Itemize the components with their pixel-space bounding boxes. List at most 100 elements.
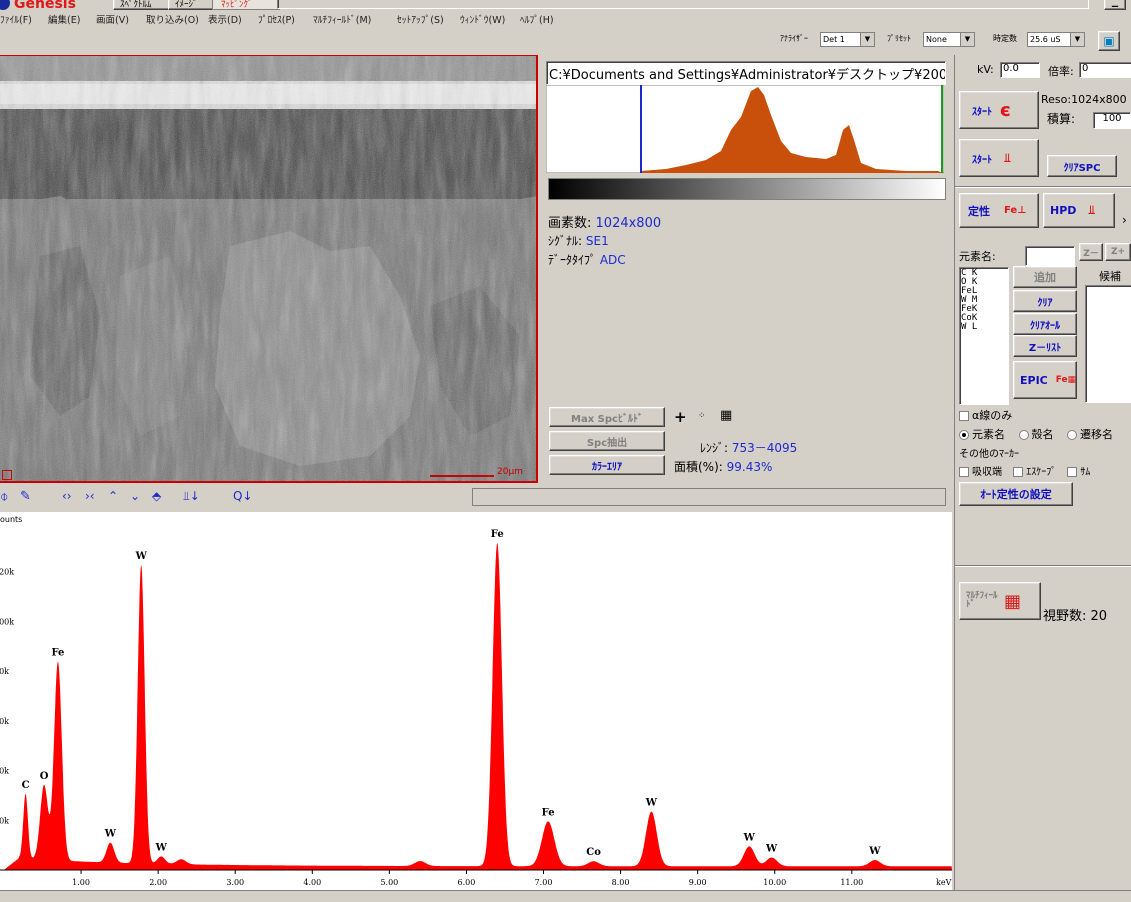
minimize-button[interactable]: ▁	[1104, 0, 1126, 10]
large-grid-icon[interactable]: ▦	[720, 408, 732, 423]
peak-label: W	[135, 551, 148, 562]
histogram-chart[interactable]	[546, 85, 944, 173]
clear-spc-button[interactable]: ｸﾘｱSPC	[1047, 155, 1117, 177]
small-dots-icon[interactable]: ⁘	[698, 411, 706, 421]
spectrum-series	[4, 543, 952, 870]
transition-radio[interactable]	[1067, 430, 1077, 440]
menu-display[interactable]: 表示(D)	[208, 12, 242, 26]
scale-up-icon[interactable]: ⌃	[108, 489, 118, 503]
epic-button[interactable]: EPIC Fe▦	[1013, 361, 1077, 399]
sem-image-graphic	[0, 56, 536, 481]
element-name-field[interactable]	[1025, 246, 1075, 266]
element-name-radio[interactable]	[959, 430, 969, 440]
menu-edit[interactable]: 編集(E)	[48, 12, 80, 26]
spectrum-chart-area[interactable]: 1.00 2.00 3.00 4.00 5.00 6.00 7.00 8.00 9.00 10.0…	[0, 512, 952, 890]
fields-row: 視野数: 20	[1043, 605, 1107, 624]
chevron-right-icon[interactable]: ›	[1122, 213, 1127, 227]
menu-process[interactable]: ﾌﾟﾛｾｽ(P)	[258, 12, 295, 26]
x-tick-label: 1.00	[72, 878, 90, 887]
add-button[interactable]: 追加	[1013, 266, 1077, 288]
qualitative-button[interactable]: 定性 Fe⊥	[959, 193, 1039, 228]
peak-label: W	[765, 844, 778, 855]
z-plus-button[interactable]: Z+	[1105, 243, 1131, 261]
quant-search-icon[interactable]: Q↓	[233, 489, 253, 503]
max-spc-build-button[interactable]: Max Spcﾋﾞﾙﾄﾞ	[549, 407, 665, 427]
absorb-edge-checkbox[interactable]	[959, 467, 969, 477]
shell-name-radio[interactable]	[1018, 430, 1029, 440]
preset-select[interactable]: None ▼	[923, 32, 975, 47]
menu-multifield[interactable]: ﾏﾙﾁﾌｨｰﾙﾄﾞ(M)	[313, 12, 371, 26]
datatype-row: ﾃﾞｰﾀﾀｲﾌﾟ ADC	[548, 251, 626, 268]
x-tick-label: 8.00	[612, 878, 630, 887]
preset-value: None	[926, 35, 947, 44]
grayscale-bar	[548, 178, 946, 200]
timeconst-select[interactable]: 25.6 uS ▼	[1027, 32, 1085, 47]
start-image-button[interactable]: ｽﾀｰﾄ є	[959, 91, 1039, 129]
x-tick-label: 11.00	[840, 878, 863, 887]
menu-import[interactable]: 取り込み(O)	[146, 12, 199, 26]
start-spectrum-button[interactable]: ｽﾀｰﾄ ⫫	[959, 139, 1039, 177]
monitor-icon[interactable]: ▣	[1098, 31, 1120, 51]
sum-checkbox[interactable]	[1067, 467, 1078, 477]
app-name: Genesis	[14, 0, 76, 12]
sem-image[interactable]: 20μm	[0, 55, 538, 483]
alpha-only-checkbox[interactable]	[959, 411, 969, 421]
datatype-value: ADC	[599, 253, 626, 267]
y-tick-label: 40k	[0, 767, 9, 776]
auto-quant-settings-button[interactable]: ｵｰﾄ定性の設定	[959, 482, 1073, 506]
z-minus-button[interactable]: Z－	[1079, 243, 1103, 261]
menu-file[interactable]: ﾌｧｲﾙ(F)	[0, 12, 32, 26]
crosshair-icon[interactable]: +	[674, 408, 687, 426]
kv-field[interactable]: 0.0	[1000, 62, 1040, 78]
menu-setup[interactable]: ｾｯﾄｱｯﾌﾟ(S)	[397, 12, 444, 26]
hpd-peak-icon: ⫫	[1088, 203, 1096, 217]
pixels-label: 画素数:	[548, 216, 592, 231]
marker-options-row: 吸収端 ｴｽｹｰﾌﾟ ｻﾑ	[959, 463, 1090, 478]
compress-icon[interactable]: ›‹	[85, 489, 95, 503]
x-tick-label: 2.00	[149, 878, 167, 887]
tab-mapping[interactable]: ﾏｯﾋﾟﾝｸﾞ	[212, 0, 280, 10]
tab-image[interactable]: ｲﾒｰｼﾞ	[168, 0, 214, 10]
preset-label: ﾌﾟﾘｾｯﾄ	[887, 34, 911, 43]
spectrum-toolbar: ⌽ ✎ ‹› ›‹ ⌃ ⌄ ⬘ ⫫↓ Q↓	[0, 485, 952, 511]
mag-field[interactable]: 0	[1079, 62, 1131, 78]
x-unit-label: keV	[936, 878, 952, 887]
hpd-button[interactable]: HPD ⫫	[1043, 193, 1115, 228]
element-list[interactable]: C K O K FeL W M FeK CoK W L	[959, 267, 1009, 405]
marker-tool-icon[interactable]: ⌽	[0, 489, 8, 505]
menu-view[interactable]: 画面(V)	[96, 12, 129, 26]
integ-field[interactable]: 100	[1093, 112, 1131, 129]
color-area-button[interactable]: ｶﾗｰｴﾘｱ	[549, 455, 665, 475]
expand-icon[interactable]: ‹›	[62, 489, 72, 503]
multifield-button[interactable]: ﾏﾙﾁﾌｨｰﾙﾄﾞ ▦	[959, 582, 1041, 620]
other-markers-label: その他のﾏｰｶｰ	[959, 449, 1019, 460]
x-tick-label: 7.00	[535, 878, 553, 887]
sum-label: ｻﾑ	[1080, 467, 1091, 478]
area-value: 99.43%	[726, 460, 773, 474]
file-path-field: C:¥Documents and Settings¥Administrator¥…	[546, 61, 946, 85]
spectrum-icon: ⫫	[1004, 150, 1011, 165]
clear-all-button[interactable]: ｸﾘｱｵｰﾙ	[1013, 313, 1077, 335]
z-list-button[interactable]: Z－ﾘｽﾄ	[1013, 335, 1077, 357]
area-label: 面積(%):	[674, 460, 723, 474]
menu-window[interactable]: ｳｨﾝﾄﾞｳ(W)	[460, 12, 505, 26]
chevron-down-icon: ▼	[860, 33, 874, 46]
kv-label: kV:	[977, 63, 994, 76]
escape-checkbox[interactable]	[1013, 467, 1024, 477]
auto-scale-icon[interactable]: ⬘	[152, 489, 161, 503]
alpha-only-row[interactable]: α線のみ	[959, 407, 1012, 423]
menu-help[interactable]: ﾍﾙﾌﾟ(H)	[520, 12, 554, 26]
scale-down-icon[interactable]: ⌄	[130, 489, 140, 503]
pen-tool-icon[interactable]: ✎	[20, 489, 31, 504]
tab-spectrum[interactable]: ｽﾍﾟｸﾄﾙﾑ	[113, 0, 171, 10]
datatype-label: ﾃﾞｰﾀﾀｲﾌﾟ	[548, 253, 597, 267]
spc-extract-button[interactable]: Spc抽出	[549, 431, 665, 451]
start-spectrum-label: ｽﾀｰﾄ	[972, 154, 992, 166]
peak-id-icon[interactable]: ⫫↓	[183, 489, 200, 504]
multifield-grid-icon: ▦	[1004, 590, 1022, 612]
candidates-list[interactable]	[1085, 285, 1131, 403]
list-item[interactable]: W L	[961, 323, 1007, 332]
y-tick-label: 60k	[0, 717, 9, 726]
clear-button[interactable]: ｸﾘｱ	[1013, 290, 1077, 312]
analyzer-select[interactable]: Det 1 ▼	[820, 32, 875, 47]
